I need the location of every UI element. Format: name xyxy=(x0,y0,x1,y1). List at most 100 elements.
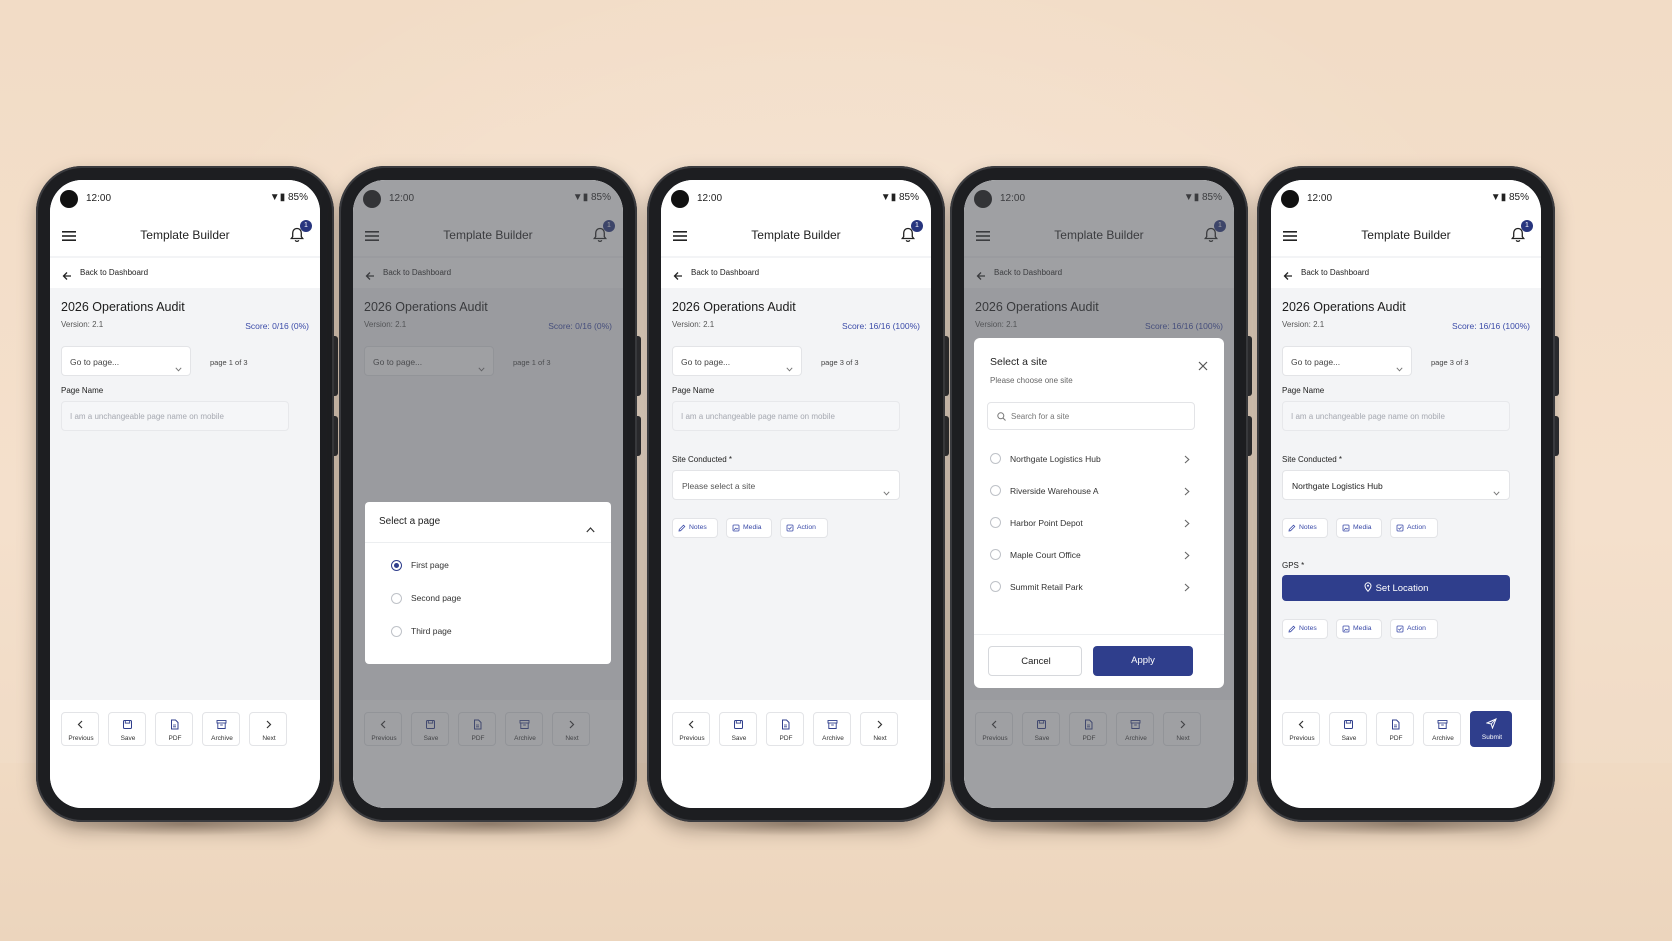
page-name-field: I am a unchangeable page name on mobile xyxy=(672,401,900,431)
app-title: Template Builder xyxy=(751,228,841,242)
phone-frame: 12:00 ▼▮ 85% Template Builder 1 Back to … xyxy=(36,166,338,822)
save-icon xyxy=(123,720,132,729)
back-to-dashboard-link[interactable]: Back to Dashboard xyxy=(1271,258,1541,288)
status-bar: 12:00 ▼▮ 85% xyxy=(661,180,931,216)
previous-button[interactable]: Previous xyxy=(61,712,99,746)
set-location-button[interactable]: Set Location xyxy=(1282,575,1510,601)
page-name-field: I am a unchangeable page name on mobile xyxy=(1282,401,1510,431)
side-button xyxy=(945,336,949,396)
go-to-page-dropdown[interactable]: Go to page... xyxy=(61,346,191,376)
save-button[interactable]: Save xyxy=(719,712,757,746)
back-to-dashboard-link[interactable]: Back to Dashboard xyxy=(50,258,320,288)
chevron-down-icon xyxy=(1493,483,1500,496)
bottom-nav-bar: Previous Save PDF Archive Submit xyxy=(1271,700,1541,808)
pencil-icon xyxy=(678,524,686,532)
gps-label: GPS * xyxy=(1282,561,1305,570)
send-icon xyxy=(1486,718,1497,729)
next-button[interactable]: Next xyxy=(249,712,287,746)
media-chip[interactable]: Media xyxy=(726,518,772,538)
side-button xyxy=(637,416,641,456)
chevron-right-icon xyxy=(266,720,272,729)
action-chip[interactable]: Action xyxy=(1390,518,1438,538)
archive-button[interactable]: Archive xyxy=(1423,712,1461,746)
phone-screen: 12:00 ▼▮ 85% Template Builder 1 Back to … xyxy=(964,180,1234,808)
site-option[interactable]: Riverside Warehouse A xyxy=(990,484,1190,500)
phone-frame: 12:00 ▼▮ 85% Template Builder 1 Back to … xyxy=(647,166,949,822)
chevron-up-icon[interactable] xyxy=(586,520,595,533)
site-option[interactable]: Summit Retail Park xyxy=(990,580,1190,596)
save-button[interactable]: Save xyxy=(108,712,146,746)
phone-screen: 12:00 ▼▮ 85% Template Builder 1 Back to … xyxy=(50,180,320,808)
save-button[interactable]: Save xyxy=(1329,712,1367,746)
phone-screen: 12:00 ▼▮ 85% Template Builder 1 Back to … xyxy=(353,180,623,808)
image-icon xyxy=(1342,524,1350,532)
site-conducted-select[interactable]: Please select a site xyxy=(672,470,900,500)
media-chip[interactable]: Media xyxy=(1336,619,1382,639)
submit-button[interactable]: Submit xyxy=(1470,711,1512,747)
image-icon xyxy=(732,524,740,532)
checkbox-icon xyxy=(786,524,794,532)
score-label: Score: 16/16 (100%) xyxy=(842,321,920,331)
go-to-page-dropdown[interactable]: Go to page... xyxy=(1282,346,1412,376)
page-name-field: I am a unchangeable page name on mobile xyxy=(61,401,289,431)
status-icons: ▼▮ 85% xyxy=(269,192,308,203)
site-option[interactable]: Maple Court Office xyxy=(990,548,1190,564)
app-title: Template Builder xyxy=(1361,228,1451,242)
radio-button[interactable] xyxy=(990,453,1001,464)
radio-button[interactable] xyxy=(990,517,1001,528)
apply-button[interactable]: Apply xyxy=(1093,646,1193,676)
archive-icon xyxy=(827,720,838,729)
pdf-button[interactable]: PDF xyxy=(766,712,804,746)
phone-screen: 12:00 ▼▮ 85% Template Builder 1 Back to … xyxy=(1271,180,1541,808)
radio-button[interactable] xyxy=(391,560,402,571)
go-to-page-dropdown[interactable]: Go to page... xyxy=(672,346,802,376)
radio-button[interactable] xyxy=(990,549,1001,560)
bottom-nav-bar: Previous Save PDF Archive Next xyxy=(50,700,320,808)
checkbox-icon xyxy=(1396,625,1404,633)
pdf-icon xyxy=(1392,719,1400,730)
cancel-button[interactable]: Cancel xyxy=(988,646,1082,676)
site-search-input[interactable]: Search for a site xyxy=(987,402,1195,430)
radio-button[interactable] xyxy=(990,485,1001,496)
action-chip[interactable]: Action xyxy=(1390,619,1438,639)
archive-button[interactable]: Archive xyxy=(202,712,240,746)
action-chip[interactable]: Action xyxy=(780,518,828,538)
notification-badge: 1 xyxy=(1521,220,1533,232)
select-site-dialog: Select a site Please choose one site Sea… xyxy=(974,338,1224,688)
next-button[interactable]: Next xyxy=(860,712,898,746)
notes-chip[interactable]: Notes xyxy=(1282,619,1328,639)
camera-icon xyxy=(1281,190,1299,208)
radio-button[interactable] xyxy=(391,593,402,604)
notes-chip[interactable]: Notes xyxy=(672,518,718,538)
site-option[interactable]: Harbor Point Depot xyxy=(990,516,1190,532)
pdf-button[interactable]: PDF xyxy=(1376,712,1414,746)
camera-icon xyxy=(671,190,689,208)
notes-chip[interactable]: Notes xyxy=(1282,518,1328,538)
radio-button[interactable] xyxy=(990,581,1001,592)
close-icon[interactable] xyxy=(1198,358,1208,371)
side-button xyxy=(334,336,338,396)
status-icons: ▼▮ 85% xyxy=(1490,192,1529,203)
camera-icon xyxy=(60,190,78,208)
site-conducted-select[interactable]: Northgate Logistics Hub xyxy=(1282,470,1510,500)
back-to-dashboard-link[interactable]: Back to Dashboard xyxy=(661,258,931,288)
arrow-left-icon xyxy=(1283,268,1293,280)
previous-button[interactable]: Previous xyxy=(1282,712,1320,746)
radio-button[interactable] xyxy=(391,626,402,637)
page-indicator: page 3 of 3 xyxy=(1431,358,1469,367)
site-option[interactable]: Northgate Logistics Hub xyxy=(990,452,1190,468)
bottom-nav-bar: Previous Save PDF Archive Next xyxy=(661,700,931,808)
modal-backdrop[interactable] xyxy=(353,180,623,808)
media-chip[interactable]: Media xyxy=(1336,518,1382,538)
phone-frame: 12:00 ▼▮ 85% Template Builder 1 Back to … xyxy=(950,166,1252,822)
previous-button[interactable]: Previous xyxy=(672,712,710,746)
page-name-label: Page Name xyxy=(672,386,715,395)
select-page-title: Select a page xyxy=(379,516,441,527)
form-content: 2026 Operations Audit Version: 2.1 Score… xyxy=(50,288,320,700)
side-button xyxy=(945,416,949,456)
wifi-battery-icon: ▼▮ xyxy=(269,192,288,203)
archive-button[interactable]: Archive xyxy=(813,712,851,746)
pdf-button[interactable]: PDF xyxy=(155,712,193,746)
side-button xyxy=(334,416,338,456)
app-bar: Template Builder 1 xyxy=(661,216,931,256)
